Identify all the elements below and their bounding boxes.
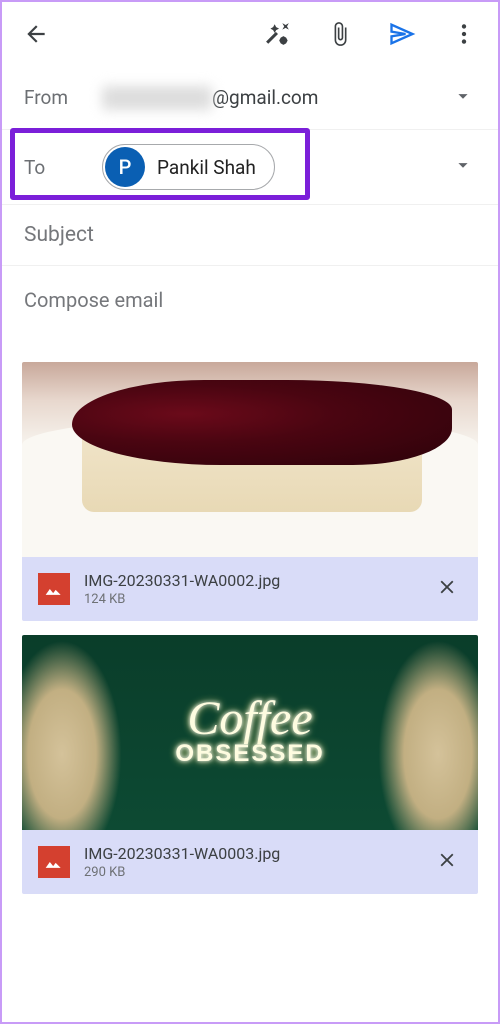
from-domain: @gmail.com	[212, 86, 318, 109]
recipient-avatar: P	[105, 147, 145, 187]
recipient-name: Pankil Shah	[157, 156, 256, 179]
attach-button[interactable]	[326, 20, 354, 48]
send-button[interactable]	[388, 20, 416, 48]
chevron-down-icon	[452, 85, 474, 107]
close-icon	[436, 849, 458, 871]
compose-body-input[interactable]: Compose email	[2, 266, 498, 352]
recipient-chip[interactable]: P Pankil Shah	[102, 144, 275, 190]
magic-compose-button[interactable]	[264, 20, 292, 48]
from-row[interactable]: From @gmail.com	[2, 66, 498, 130]
from-username-redacted	[102, 86, 212, 110]
image-file-icon	[38, 846, 70, 878]
remove-attachment-button[interactable]	[432, 572, 462, 606]
attachment-filename: IMG-20230331-WA0003.jpg	[84, 844, 418, 863]
attachment-preview-image[interactable]	[22, 362, 478, 557]
attachment-preview-image[interactable]: Coffee OBSESSED	[22, 635, 478, 830]
from-value: @gmail.com	[102, 86, 476, 110]
more-vert-icon	[451, 21, 477, 47]
back-button[interactable]	[22, 20, 50, 48]
send-icon	[388, 20, 416, 48]
attachment-filename: IMG-20230331-WA0002.jpg	[84, 571, 418, 590]
attachment-icon	[327, 21, 353, 47]
arrow-back-icon	[23, 21, 49, 47]
image-file-icon	[38, 573, 70, 605]
to-row[interactable]: To P Pankil Shah	[2, 130, 498, 205]
attachment-card: IMG-20230331-WA0002.jpg 124 KB	[22, 362, 478, 621]
top-toolbar	[2, 2, 498, 66]
subject-input[interactable]: Subject	[2, 205, 498, 266]
remove-attachment-button[interactable]	[432, 845, 462, 879]
attachment-filesize: 290 KB	[84, 865, 418, 880]
from-expand-button[interactable]	[452, 85, 474, 111]
from-label: From	[24, 86, 102, 109]
attachment-card: Coffee OBSESSED IMG-20230331-WA0003.jpg …	[22, 635, 478, 894]
attachment-info-bar: IMG-20230331-WA0002.jpg 124 KB	[22, 557, 478, 621]
attachment-info-bar: IMG-20230331-WA0003.jpg 290 KB	[22, 830, 478, 894]
to-label: To	[24, 156, 102, 179]
chevron-down-icon	[452, 154, 474, 176]
to-expand-button[interactable]	[452, 154, 474, 180]
more-menu-button[interactable]	[450, 20, 478, 48]
magic-wand-icon	[265, 21, 291, 47]
close-icon	[436, 576, 458, 598]
attachment-filesize: 124 KB	[84, 592, 418, 607]
